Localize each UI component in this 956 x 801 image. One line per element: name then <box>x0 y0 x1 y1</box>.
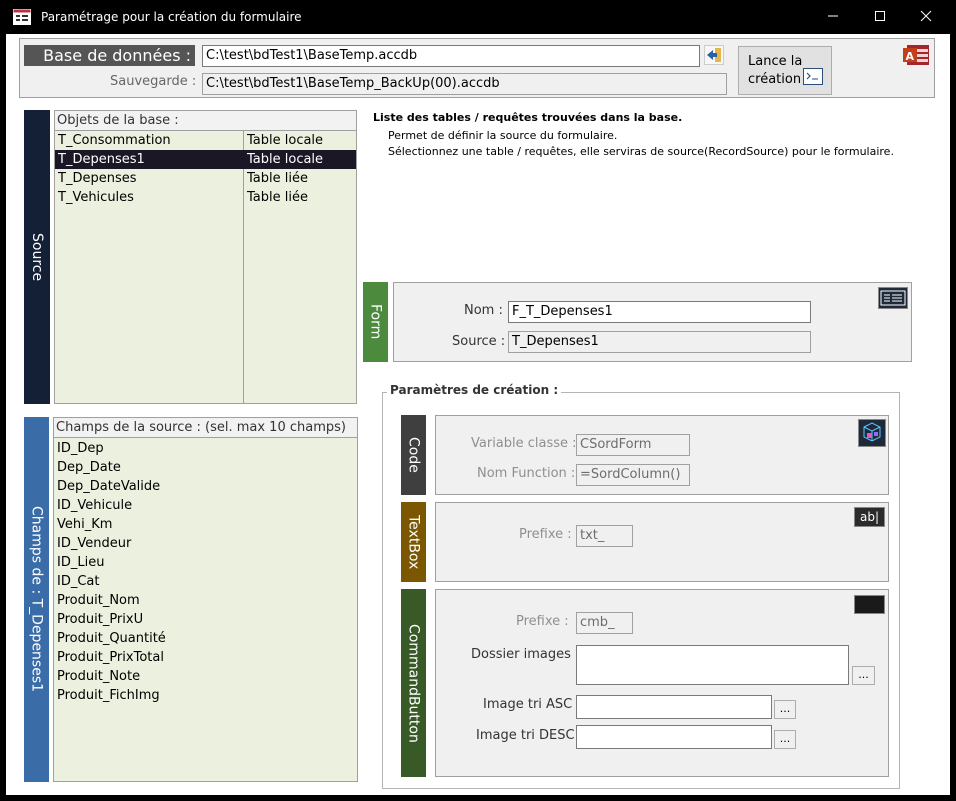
source-list-header: Objets de la base : <box>55 111 356 131</box>
field-list-item[interactable]: ID_Vehicule <box>54 496 357 515</box>
field-list-item[interactable]: Produit_PrixU <box>54 610 357 629</box>
info-line2: Sélectionnez une table / requêtes, elle … <box>388 145 894 158</box>
launch-label-line2: création <box>748 72 802 87</box>
form-tab-label: Form <box>367 304 384 340</box>
field-list-item[interactable]: Produit_Note <box>54 667 357 686</box>
code-tab: Code <box>401 415 426 495</box>
source-tab-label: Source <box>29 232 45 282</box>
params-group-label: Paramètres de création : <box>387 383 562 397</box>
source-item-name: T_Depenses1 <box>58 152 145 167</box>
close-icon <box>920 10 932 22</box>
images-folder-field[interactable] <box>576 645 849 685</box>
close-button[interactable] <box>903 0 949 34</box>
image-asc-field[interactable] <box>576 695 772 719</box>
source-list-item[interactable]: T_Consommation Table locale <box>55 131 356 150</box>
command-panel: Prefixe : cmb_ Dossier images : ... Imag… <box>435 589 889 777</box>
browse-db-button[interactable] <box>704 45 724 65</box>
form-name-field[interactable]: F_T_Depenses1 <box>508 301 811 323</box>
image-desc-label: Image tri DESC : <box>476 728 584 743</box>
info-line1: Permet de définir la source du formulair… <box>388 129 618 142</box>
image-asc-label: Image tri ASC : <box>483 697 581 712</box>
form-tab: Form <box>363 282 388 362</box>
field-list-item[interactable]: ID_Lieu <box>54 553 357 572</box>
image-desc-field[interactable] <box>576 725 772 749</box>
command-prefix-field[interactable]: cmb_ <box>576 612 633 634</box>
command-tab-label: CommandButton <box>405 623 422 743</box>
source-list-item[interactable]: T_Vehicules Table liée <box>55 188 356 207</box>
field-list-item[interactable]: ID_Vendeur <box>54 534 357 553</box>
db-label: Base de données : <box>24 45 195 66</box>
form-source-label: Source : <box>452 334 506 349</box>
fields-tab: Champs de : T_Depenses1 <box>24 417 49 782</box>
launch-label-line1: Lance la <box>748 54 803 69</box>
launch-button[interactable]: Lance la création <box>738 46 832 95</box>
textbox-tab-label: TextBox <box>405 514 422 570</box>
field-list-item[interactable]: Produit_PrixTotal <box>54 648 357 667</box>
browse-asc-button[interactable]: ... <box>774 700 796 719</box>
source-list-item[interactable]: T_Depenses1 Table locale <box>55 150 356 169</box>
command-button-icon <box>854 595 885 614</box>
form-run-icon <box>803 68 823 85</box>
class-field[interactable]: CSordForm <box>576 434 690 456</box>
import-arrow-icon <box>707 48 721 62</box>
form-name-label: Nom : <box>464 303 503 318</box>
db-path-field[interactable]: C:\test\bdTest1\BaseTemp.accdb <box>202 45 700 67</box>
textbox-tab: TextBox <box>401 502 426 582</box>
field-list-item[interactable]: Dep_Date <box>54 458 357 477</box>
field-list-item[interactable]: Produit_Nom <box>54 591 357 610</box>
info-title: Liste des tables / requêtes trouvées dan… <box>373 111 683 124</box>
source-item-name: T_Depenses <box>58 171 137 186</box>
code-panel: Variable classe : CSordForm Nom Function… <box>435 415 889 495</box>
code-tab-label: Code <box>405 437 422 473</box>
client-area: Base de données : C:\test\bdTest1\BaseTe… <box>6 34 950 795</box>
field-list-item[interactable]: Produit_FichImg <box>54 686 357 705</box>
images-folder-label: Dossier images : <box>471 647 580 662</box>
title-bar: Paramétrage pour la création du formulai… <box>0 0 956 34</box>
maximize-button[interactable] <box>857 0 903 34</box>
textbox-prefix-field[interactable]: txt_ <box>576 525 633 547</box>
window-title: Paramétrage pour la création du formulai… <box>41 10 302 24</box>
field-list-item[interactable]: ID_Dep <box>54 439 357 458</box>
function-field[interactable]: =SordColumn() <box>576 464 690 486</box>
header-panel: Base de données : C:\test\bdTest1\BaseTe… <box>19 38 935 98</box>
form-source-field[interactable]: T_Depenses1 <box>508 331 811 353</box>
function-label: Nom Function : <box>477 466 576 481</box>
source-list[interactable]: Objets de la base : T_Consommation Table … <box>54 110 357 404</box>
form-panel: Nom : F_T_Depenses1 Source : T_Depenses1 <box>393 282 912 362</box>
source-item-name: T_Consommation <box>58 133 171 148</box>
browse-desc-button[interactable]: ... <box>774 730 796 749</box>
command-tab: CommandButton <box>401 589 426 777</box>
class-module-icon <box>858 419 886 447</box>
access-logo-icon: A <box>903 45 929 65</box>
command-prefix-label: Prefixe : <box>516 614 569 629</box>
minimize-icon <box>828 15 838 17</box>
fields-tab-label: Champs de : T_Depenses1 <box>28 506 45 693</box>
source-list-item[interactable]: T_Depenses Table liée <box>55 169 356 188</box>
textbox-panel: Prefixe : txt_ ab| <box>435 502 889 582</box>
maximize-icon <box>875 11 885 21</box>
source-tab: Source <box>24 110 50 404</box>
textbox-icon: ab| <box>854 507 885 527</box>
field-list-item[interactable]: ID_Cat <box>54 572 357 591</box>
source-item-type: Table liée <box>247 171 308 186</box>
field-list-item[interactable]: Dep_DateValide <box>54 477 357 496</box>
minimize-button[interactable] <box>810 0 856 34</box>
backup-label: Sauvegarde : <box>110 74 197 89</box>
source-item-type: Table liée <box>247 190 308 205</box>
textbox-prefix-label: Prefixe : <box>519 527 572 542</box>
class-label: Variable classe : <box>471 436 577 451</box>
form-design-icon <box>878 287 908 309</box>
source-item-type: Table locale <box>247 152 324 167</box>
browse-images-button[interactable]: ... <box>852 666 875 685</box>
svg-text:A: A <box>906 50 915 63</box>
fields-list-header: Champs de la source : (sel. max 10 champ… <box>54 418 357 438</box>
backup-path-field[interactable]: C:\test\bdTest1\BaseTemp_BackUp(00).accd… <box>202 73 727 95</box>
form-icon <box>13 9 31 25</box>
source-item-type: Table locale <box>247 133 324 148</box>
source-item-name: T_Vehicules <box>58 190 134 205</box>
field-list-item[interactable]: Produit_Quantité <box>54 629 357 648</box>
field-list-item[interactable]: Vehi_Km <box>54 515 357 534</box>
fields-list[interactable]: Champs de la source : (sel. max 10 champ… <box>53 417 358 782</box>
